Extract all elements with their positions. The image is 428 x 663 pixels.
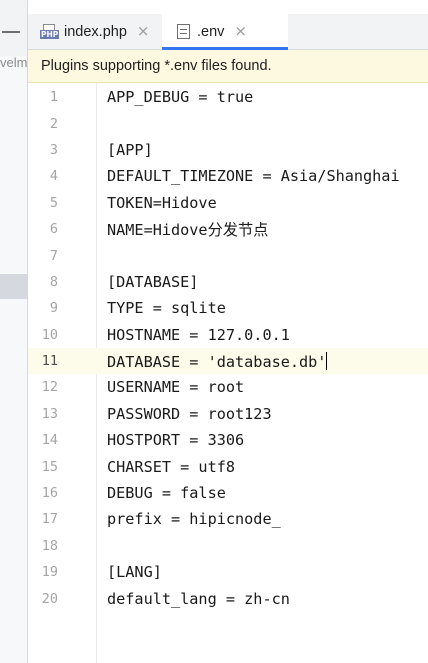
code-text[interactable]: DEFAULT_TIMEZONE = Asia/Shanghai	[107, 167, 400, 185]
line-number: 18	[41, 537, 58, 554]
code-line[interactable]: 16 DEBUG = false	[28, 480, 428, 506]
code-line[interactable]: 3 [APP]	[28, 137, 428, 163]
code-line[interactable]: 12 USERNAME = root	[28, 374, 428, 400]
close-icon[interactable]: ×	[137, 24, 150, 39]
tab-index-php[interactable]: PHP index.php ×	[28, 14, 162, 49]
code-text[interactable]: [DATABASE]	[107, 273, 198, 291]
code-line[interactable]: 9 TYPE = sqlite	[28, 295, 428, 321]
code-line[interactable]: 15 CHARSET = utf8	[28, 453, 428, 479]
close-icon[interactable]: ×	[234, 24, 247, 39]
line-number: 8	[49, 273, 58, 290]
editor-tab-bar: PHP index.php × .env ×	[28, 14, 428, 50]
code-line[interactable]: 17 prefix = hipicnode_	[28, 506, 428, 532]
code-line[interactable]: 2	[28, 110, 428, 136]
line-number: 17	[41, 511, 58, 528]
code-text[interactable]: APP_DEBUG = true	[107, 88, 253, 106]
line-number: 16	[41, 485, 58, 502]
line-number: 10	[41, 326, 58, 343]
code-text[interactable]: [LANG]	[107, 563, 162, 581]
collapse-icon[interactable]	[2, 31, 20, 33]
code-line[interactable]: 14 HOSTPORT = 3306	[28, 427, 428, 453]
code-text[interactable]: default_lang = zh-cn	[107, 590, 290, 608]
code-line[interactable]: 18	[28, 533, 428, 559]
line-number: 15	[41, 458, 58, 475]
project-panel-header	[0, 0, 27, 56]
code-line[interactable]: 20 default_lang = zh-cn	[28, 585, 428, 611]
code-text[interactable]: TYPE = sqlite	[107, 299, 226, 317]
code-line[interactable]: 11 DATABASE = 'database.db'	[28, 347, 428, 375]
code-line[interactable]: 4 DEFAULT_TIMEZONE = Asia/Shanghai	[28, 163, 428, 189]
line-number: 14	[41, 432, 58, 449]
code-text[interactable]: DATABASE = 'database.db'	[107, 351, 328, 371]
project-tree-item[interactable]: velm	[0, 55, 27, 70]
line-number: 5	[49, 194, 58, 211]
env-file-icon	[177, 24, 190, 39]
line-number: 13	[41, 405, 58, 422]
line-number: 2	[49, 115, 58, 132]
code-line[interactable]: 7	[28, 242, 428, 268]
code-text[interactable]: TOKEN=Hidove	[107, 194, 217, 212]
line-number: 1	[49, 89, 58, 106]
code-text[interactable]: HOSTNAME = 127.0.0.1	[107, 326, 290, 344]
code-line[interactable]: 13 PASSWORD = root123	[28, 401, 428, 427]
line-number: 6	[49, 221, 58, 238]
code-text[interactable]: prefix = hipicnode_	[107, 510, 281, 528]
php-file-icon: PHP	[40, 24, 60, 39]
project-tree-selected-row[interactable]	[0, 274, 27, 299]
line-number: 19	[41, 564, 58, 581]
banner-text: Plugins supporting *.env files found.	[41, 58, 272, 74]
code-line[interactable]: 10 HOSTNAME = 127.0.0.1	[28, 322, 428, 348]
tab-label: index.php	[64, 23, 127, 40]
code-text[interactable]: PASSWORD = root123	[107, 405, 272, 423]
line-number: 20	[41, 590, 58, 607]
code-line[interactable]: 19 [LANG]	[28, 559, 428, 585]
code-text[interactable]: HOSTPORT = 3306	[107, 431, 244, 449]
line-number: 11	[41, 353, 58, 370]
code-line[interactable]: 5 TOKEN=Hidove	[28, 190, 428, 216]
plugin-notification-banner: Plugins supporting *.env files found.	[28, 50, 428, 83]
line-number: 3	[49, 141, 58, 158]
line-number: 9	[49, 300, 58, 317]
code-text[interactable]: USERNAME = root	[107, 378, 244, 396]
text-caret	[326, 351, 328, 370]
tab-label: .env	[197, 23, 225, 40]
code-editor[interactable]: 1 APP_DEBUG = true 2 3 [APP] 4 DEFAULT_TIMEZON…	[28, 84, 428, 612]
code-text[interactable]: [APP]	[107, 141, 153, 159]
ide-window: velm PHP index.php × .env × Plugins supp…	[0, 0, 428, 663]
code-line[interactable]: 1 APP_DEBUG = true	[28, 84, 428, 110]
line-number: 4	[49, 168, 58, 185]
code-line[interactable]: 6 NAME=Hidove分发节点	[28, 216, 428, 242]
code-text[interactable]: NAME=Hidove分发节点	[107, 218, 268, 240]
line-number: 7	[49, 247, 58, 264]
project-panel-strip[interactable]: velm	[0, 0, 28, 663]
code-text[interactable]: DEBUG = false	[107, 484, 226, 502]
code-line[interactable]: 8 [DATABASE]	[28, 269, 428, 295]
code-text[interactable]: CHARSET = utf8	[107, 458, 235, 476]
line-number: 12	[41, 379, 58, 396]
tab-env[interactable]: .env ×	[162, 14, 288, 50]
